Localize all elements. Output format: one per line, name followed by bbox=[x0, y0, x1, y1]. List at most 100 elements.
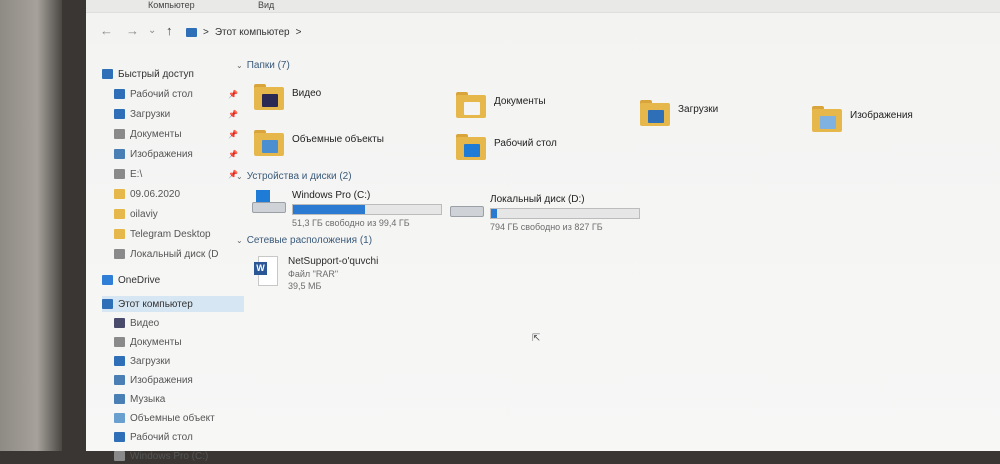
documents-icon bbox=[114, 129, 125, 139]
sidebar-item-pc-child[interactable]: Windows Pro (C:) bbox=[102, 448, 244, 464]
folder-tile[interactable]: Загрузки bbox=[640, 100, 718, 126]
sidebar-item-label: Быстрый доступ bbox=[118, 68, 194, 80]
sidebar-item-label: Видео bbox=[130, 317, 160, 329]
sidebar-item-label: Telegram Desktop bbox=[130, 228, 211, 240]
folder-label: Видео bbox=[292, 88, 322, 99]
word-document-icon: W bbox=[254, 256, 278, 286]
network-item-type: Файл "RAR" bbox=[288, 269, 339, 279]
sidebar-item-onedrive[interactable]: OneDrive bbox=[102, 272, 244, 288]
drive-free-space: 51,3 ГБ свободно из 99,4 ГБ bbox=[292, 218, 410, 228]
folder-tile[interactable]: Документы bbox=[456, 92, 546, 118]
breadcrumb-separator[interactable]: > bbox=[296, 27, 302, 38]
recent-locations-icon[interactable]: ⌄ bbox=[148, 25, 156, 36]
sidebar-item-label: Документы bbox=[130, 336, 182, 348]
this-pc-icon bbox=[102, 299, 113, 309]
file-explorer-window: Компьютер Вид ← → ⌄ ↑ > Этот компьютер >… bbox=[86, 0, 1000, 462]
breadcrumb-separator: > bbox=[203, 26, 209, 38]
folder-tile[interactable]: Рабочий стол bbox=[456, 134, 557, 160]
video-icon bbox=[114, 318, 125, 328]
documents-folder-icon bbox=[456, 92, 486, 118]
pictures-icon bbox=[114, 375, 125, 385]
sidebar-item-this-pc[interactable]: Этот компьютер bbox=[102, 296, 244, 312]
sidebar-item-pinned[interactable]: Изображения 📌 bbox=[102, 146, 244, 162]
breadcrumb[interactable]: > Этот компьютер > bbox=[186, 23, 301, 41]
downloads-icon bbox=[114, 356, 125, 366]
desktop-icon bbox=[114, 432, 125, 442]
sidebar-item-pc-child[interactable]: Изображения bbox=[102, 372, 244, 388]
sidebar-item-label: oilaviy bbox=[130, 208, 158, 220]
sidebar-item-pc-child[interactable]: Рабочий стол bbox=[102, 429, 244, 445]
chevron-down-icon[interactable]: ⌄ bbox=[236, 172, 243, 181]
drive-usage-bar bbox=[292, 204, 442, 215]
up-icon[interactable]: ↑ bbox=[166, 23, 173, 38]
folder-label: Загрузки bbox=[678, 104, 719, 115]
sidebar-item-label: Изображения bbox=[130, 374, 193, 386]
sidebar-item-label: Windows Pro (C:) bbox=[130, 450, 209, 462]
drive-tile[interactable]: Локальный диск (D:) 794 ГБ свободно из 82… bbox=[450, 194, 640, 232]
ribbon-tab-view[interactable]: Вид bbox=[258, 0, 274, 10]
sidebar-item-pc-child[interactable]: Документы bbox=[102, 334, 244, 350]
documents-icon bbox=[114, 337, 125, 347]
sidebar-item-pinned[interactable]: Рабочий стол 📌 bbox=[102, 86, 244, 102]
sidebar-item-pinned[interactable]: Документы 📌 bbox=[102, 126, 244, 142]
ribbon-tab-computer[interactable]: Компьютер bbox=[148, 0, 195, 10]
content-pane: ⌄ Папки (7) Видео Документы Загрузки Изобра… bbox=[236, 56, 1000, 451]
sidebar-item-pc-child[interactable]: Музыка bbox=[102, 391, 244, 407]
drive-icon bbox=[114, 249, 125, 259]
sidebar-item-label: Этот компьютер bbox=[118, 298, 193, 310]
group-network-header[interactable]: ⌄ Сетевые расположения (1) bbox=[236, 235, 372, 246]
pictures-icon bbox=[114, 149, 125, 159]
drive-name: Локальный диск (D:) bbox=[490, 194, 585, 205]
folder-tile[interactable]: Изображения bbox=[812, 106, 913, 132]
folder-icon bbox=[114, 209, 125, 219]
network-item-name: NetSupport-o'quvchi bbox=[288, 256, 379, 267]
folder-tile[interactable]: Объемные объекты bbox=[254, 130, 384, 156]
3d-objects-icon bbox=[114, 413, 125, 423]
group-devices-header[interactable]: ⌄ Устройства и диски (2) bbox=[236, 171, 352, 182]
video-folder-icon bbox=[254, 84, 284, 110]
background-left bbox=[0, 0, 62, 451]
windows-drive-icon bbox=[252, 190, 286, 214]
drive-usage-bar bbox=[490, 208, 640, 219]
sidebar-item-pinned[interactable]: E:\ 📌 bbox=[102, 166, 244, 182]
sidebar-item-recent[interactable]: oilaviy bbox=[102, 206, 244, 222]
forward-icon[interactable]: → bbox=[126, 23, 139, 38]
sidebar-item-pinned[interactable]: Загрузки 📌 bbox=[102, 106, 244, 122]
sidebar-item-pc-child[interactable]: Видео bbox=[102, 315, 244, 331]
address-bar: ← → ⌄ ↑ > Этот компьютер > bbox=[86, 18, 1000, 46]
mouse-cursor-icon: ⇱ bbox=[532, 333, 541, 344]
3d-objects-folder-icon bbox=[254, 130, 284, 156]
chevron-down-icon[interactable]: ⌄ bbox=[236, 61, 243, 70]
network-item[interactable]: W NetSupport-o'quvchi Файл "RAR" 39,5 МБ bbox=[254, 256, 378, 292]
chevron-down-icon[interactable]: ⌄ bbox=[236, 236, 243, 245]
sidebar-item-label: Рабочий стол bbox=[130, 88, 193, 100]
sidebar-item-label: 09.06.2020 bbox=[130, 188, 181, 200]
folder-label: Документы bbox=[494, 96, 546, 107]
star-icon bbox=[102, 69, 113, 79]
group-folders-header[interactable]: ⌄ Папки (7) bbox=[236, 60, 290, 71]
desktop-icon bbox=[114, 89, 125, 99]
sidebar-item-label: Документы bbox=[130, 128, 182, 140]
desktop-folder-icon bbox=[456, 134, 486, 160]
sidebar-item-recent[interactable]: 09.06.2020 bbox=[102, 186, 244, 202]
sidebar-item-label: Объемные объект bbox=[130, 412, 215, 424]
sidebar-item-pc-child[interactable]: Загрузки bbox=[102, 353, 244, 369]
folder-label: Рабочий стол bbox=[494, 138, 557, 149]
downloads-icon bbox=[114, 109, 125, 119]
sidebar-item-label: Загрузки bbox=[130, 355, 171, 367]
drive-free-space: 794 ГБ свободно из 827 ГБ bbox=[490, 222, 603, 232]
sidebar-item-pc-child[interactable]: Объемные объект bbox=[102, 410, 244, 426]
sidebar-item-label: Изображения bbox=[130, 148, 193, 160]
folder-icon bbox=[114, 229, 125, 239]
back-icon[interactable]: ← bbox=[100, 23, 113, 38]
folder-tile[interactable]: Видео bbox=[254, 84, 321, 110]
breadcrumb-this-pc[interactable]: Этот компьютер bbox=[215, 27, 290, 38]
pictures-folder-icon bbox=[812, 106, 842, 132]
sidebar-item-quick-access[interactable]: Быстрый доступ bbox=[102, 66, 244, 82]
sidebar-item-recent[interactable]: Локальный диск (D bbox=[102, 246, 244, 262]
sidebar-item-recent[interactable]: Telegram Desktop bbox=[102, 226, 244, 242]
drive-tile[interactable]: Windows Pro (C:) 51,3 ГБ свободно из 99,4… bbox=[252, 190, 442, 228]
drive-name: Windows Pro (C:) bbox=[292, 190, 371, 201]
onedrive-icon bbox=[102, 275, 113, 285]
local-drive-icon bbox=[450, 194, 484, 218]
